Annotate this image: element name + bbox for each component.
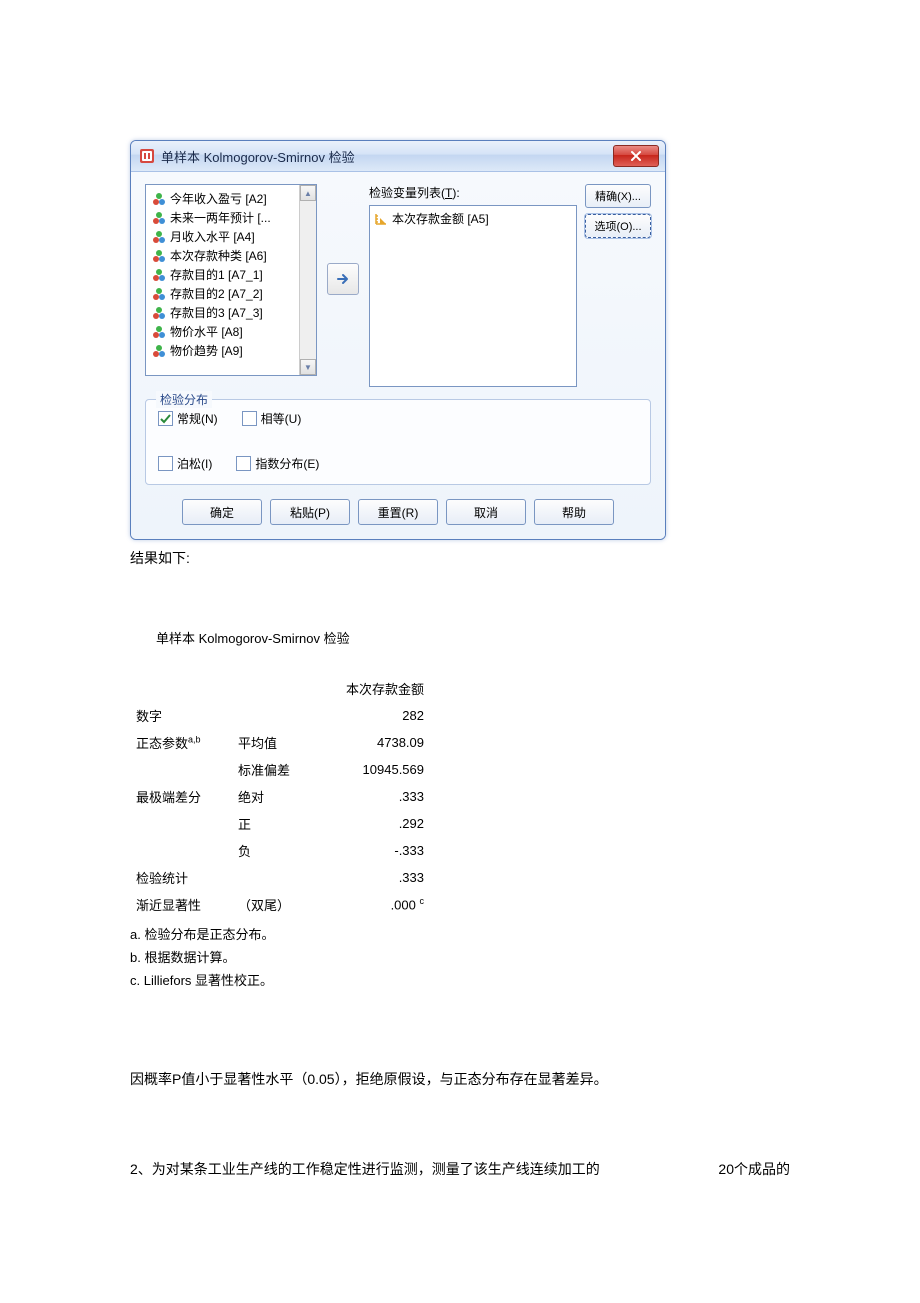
row-sublabel: 负: [232, 837, 324, 864]
cell-value: .292: [324, 810, 430, 837]
table-title: 单样本 Kolmogorov-Smirnov 检验: [130, 628, 430, 647]
scale-icon: [374, 212, 388, 226]
scroll-up-button[interactable]: ▲: [300, 185, 316, 201]
ok-button[interactable]: 确定: [182, 499, 262, 525]
checkbox-icon: [158, 411, 173, 426]
row-sublabel: 标准偏差: [232, 756, 324, 783]
scrollbar[interactable]: ▲ ▼: [299, 185, 316, 375]
checkbox-icon: [158, 456, 173, 471]
checkbox-icon: [236, 456, 251, 471]
cell-value: -.333: [324, 837, 430, 864]
nominal-icon: [152, 249, 166, 263]
nominal-icon: [152, 211, 166, 225]
list-item[interactable]: 月收入水平 [A4]: [148, 227, 314, 246]
row-sublabel: （双尾）: [232, 891, 324, 918]
arrow-right-icon: [335, 271, 351, 287]
normal-checkbox[interactable]: 常规(N): [158, 410, 218, 427]
row-sublabel: 绝对: [232, 783, 324, 810]
cell-value: 4738.09: [324, 729, 430, 756]
nominal-icon: [152, 287, 166, 301]
nominal-icon: [152, 344, 166, 358]
column-header: 本次存款金额: [324, 651, 430, 702]
footnote-b: b. 根据数据计算。: [130, 947, 430, 966]
source-variable-list[interactable]: 今年收入盈亏 [A2] 未来一两年预计 [... 月收入水平 [A4] 本次存款…: [145, 184, 317, 376]
q2-text-right: 20个成品的: [718, 1159, 790, 1179]
poisson-checkbox[interactable]: 泊松(I): [158, 455, 212, 472]
row-label: 最极端差分: [130, 783, 232, 810]
row-label: 正态参数a,b: [130, 729, 232, 756]
cell-value: 10945.569: [324, 756, 430, 783]
scroll-down-button[interactable]: ▼: [300, 359, 316, 375]
close-icon: [630, 150, 642, 162]
list-item[interactable]: 本次存款金额 [A5]: [374, 210, 572, 227]
list-item[interactable]: 今年收入盈亏 [A2]: [148, 189, 314, 208]
help-button[interactable]: 帮助: [534, 499, 614, 525]
test-variable-list[interactable]: 本次存款金额 [A5]: [369, 205, 577, 387]
footnote-a: a. 检验分布是正态分布。: [130, 924, 430, 943]
options-button[interactable]: 选项(O)...: [585, 214, 651, 238]
list-item[interactable]: 存款目的3 [A7_3]: [148, 303, 314, 322]
dialog-title: 单样本 Kolmogorov-Smirnov 检验: [161, 147, 355, 166]
list-item[interactable]: 物价水平 [A8]: [148, 322, 314, 341]
uniform-checkbox[interactable]: 相等(U): [242, 410, 302, 427]
groupbox-title: 检验分布: [156, 391, 212, 408]
nominal-icon: [152, 306, 166, 320]
exact-button[interactable]: 精确(X)...: [585, 184, 651, 208]
cancel-button[interactable]: 取消: [446, 499, 526, 525]
question-2: 2、为对某条工业生产线的工作稳定性进行监测，测量了该生产线连续加工的 20个成品…: [130, 1159, 790, 1179]
row-label: 渐近显著性: [130, 891, 232, 918]
list-item[interactable]: 本次存款种类 [A6]: [148, 246, 314, 265]
nominal-icon: [152, 325, 166, 339]
target-list-label: 检验变量列表(T):: [369, 184, 577, 201]
nominal-icon: [152, 230, 166, 244]
footnote-c: c. Lilliefors 显著性校正。: [130, 970, 430, 989]
dialog-titlebar: 单样本 Kolmogorov-Smirnov 检验: [131, 141, 665, 172]
close-button[interactable]: [613, 145, 659, 167]
row-label: 检验统计: [130, 864, 232, 891]
distribution-groupbox: 检验分布 常规(N) 相等(U) 泊松(I): [145, 399, 651, 485]
paste-button[interactable]: 粘贴(P): [270, 499, 350, 525]
cell-value: .000 c: [324, 891, 430, 918]
nominal-icon: [152, 268, 166, 282]
app-icon: [139, 148, 155, 164]
ks-result-table-block: 单样本 Kolmogorov-Smirnov 检验 本次存款金额 数字 282 …: [130, 628, 430, 989]
exponential-checkbox[interactable]: 指数分布(E): [236, 455, 319, 472]
cell-value: 282: [324, 702, 430, 729]
result-label: 结果如下:: [130, 548, 790, 568]
reset-button[interactable]: 重置(R): [358, 499, 438, 525]
row-label: 数字: [130, 702, 232, 729]
nominal-icon: [152, 192, 166, 206]
list-item[interactable]: 未来一两年预计 [...: [148, 208, 314, 227]
row-sublabel: 平均值: [232, 729, 324, 756]
move-right-button[interactable]: [327, 263, 359, 295]
conclusion-text: 因概率P值小于显著性水平（0.05），拒绝原假设，与正态分布存在显著差异。: [130, 1069, 790, 1089]
list-item[interactable]: 物价趋势 [A9]: [148, 341, 314, 360]
row-sublabel: 正: [232, 810, 324, 837]
table-footnotes: a. 检验分布是正态分布。 b. 根据数据计算。 c. Lilliefors 显…: [130, 924, 430, 989]
cell-value: .333: [324, 864, 430, 891]
list-item[interactable]: 存款目的1 [A7_1]: [148, 265, 314, 284]
ks-test-dialog: 单样本 Kolmogorov-Smirnov 检验 今年收入盈亏 [A2] 未来…: [130, 140, 666, 540]
checkbox-icon: [242, 411, 257, 426]
list-item[interactable]: 存款目的2 [A7_2]: [148, 284, 314, 303]
q2-text-left: 2、为对某条工业生产线的工作稳定性进行监测，测量了该生产线连续加工的: [130, 1159, 600, 1179]
cell-value: .333: [324, 783, 430, 810]
ks-result-table: 本次存款金额 数字 282 正态参数a,b 平均值 4738.09 标准偏差 1…: [130, 651, 430, 918]
